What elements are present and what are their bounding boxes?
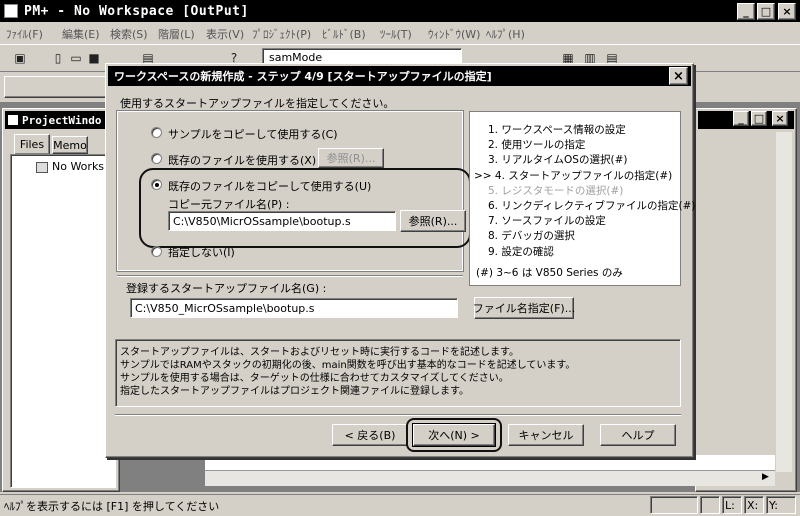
- register-label: 登録するスタートアップファイル名(G) :: [126, 282, 327, 295]
- dialog-title: ワークスペースの新規作成 - ステップ 4/9 [スタートアップファイルの指定]: [114, 70, 492, 83]
- output-maximize-button[interactable]: □: [751, 111, 767, 126]
- scroll-right-icon[interactable]: ▶: [762, 472, 769, 482]
- steps-note: (#) 3~6 は V850 Series のみ: [476, 267, 623, 279]
- project-window-title: ProjectWindo: [22, 113, 102, 127]
- output-close-button[interactable]: ×: [772, 111, 788, 126]
- menu-item-4[interactable]: 表示(V): [206, 26, 244, 42]
- step-item-6: 6. リンクディレクティブファイルの指定(#): [488, 200, 696, 212]
- menu-item-7[interactable]: ﾂｰﾙ(T): [380, 26, 412, 42]
- menu-item-5[interactable]: ﾌﾟﾛｼﾞｪｸﾄ(P): [252, 26, 311, 42]
- label-copy-existing[interactable]: 既存のファイルをコピーして使用する(U): [168, 178, 371, 194]
- step-item-9: 9. 設定の確認: [488, 245, 554, 258]
- menu-item-0[interactable]: ﾌｧｲﾙ(F): [6, 26, 43, 42]
- layers-icon[interactable]: ▣: [12, 50, 28, 66]
- dialog-prompt: 使用するスタートアップファイルを指定してください。: [120, 97, 395, 110]
- menu-item-6[interactable]: ﾋﾞﾙﾄﾞ(B): [322, 26, 366, 42]
- minimize-button[interactable]: _: [737, 3, 755, 20]
- maximize-button[interactable]: □: [757, 3, 775, 20]
- app-icon: [4, 4, 18, 18]
- step-item-3: 3. リアルタイムOSの選択(#): [488, 154, 628, 167]
- radio-copy-existing[interactable]: [151, 179, 162, 190]
- label-use-existing[interactable]: 既存のファイルを使用する(X): [168, 152, 316, 168]
- cancel-button[interactable]: キャンセル: [508, 424, 584, 446]
- status-field-x: X:: [744, 496, 764, 514]
- step-item-1: 1. ワークスペース情報の設定: [488, 124, 626, 136]
- next-button[interactable]: 次へ(N) >: [412, 423, 496, 447]
- menu-item-9[interactable]: ﾍﾙﾌﾟ(H): [486, 26, 525, 42]
- register-input[interactable]: C:\V850_MicrOSsample\bootup.s: [130, 298, 458, 318]
- save-icon[interactable]: ■: [86, 50, 102, 66]
- step-item-8: 8. デバッガの選択: [488, 230, 575, 243]
- menu-item-3[interactable]: 階層(L): [158, 26, 195, 42]
- status-field-1: [650, 496, 698, 514]
- step-item-7: 7. ソースファイルの設定: [488, 215, 606, 228]
- toolbar-row-2: [4, 76, 114, 98]
- tab-memo[interactable]: Memo: [52, 136, 88, 154]
- new-file-icon[interactable]: ▯: [50, 50, 66, 66]
- label-none[interactable]: 指定しない(I): [168, 244, 235, 260]
- label-copy-sample[interactable]: サンプルをコピーして使用する(C): [168, 126, 338, 142]
- register-group: [117, 275, 463, 277]
- close-button[interactable]: ×: [778, 3, 796, 20]
- dialog-close-button[interactable]: ×: [669, 67, 688, 85]
- description-line: 指定したスタートアップファイルはプロジェクト関連ファイルに登録します。: [120, 386, 469, 397]
- dialog-title-bar: ワークスペースの新規作成 - ステップ 4/9 [スタートアップファイルの指定]: [108, 66, 691, 86]
- browse-button[interactable]: 参照(R)...: [400, 210, 466, 232]
- output-hscroll[interactable]: [205, 470, 775, 486]
- step-item-4: >> 4. スタートアップファイルの指定(#): [474, 169, 673, 182]
- step-item-5: 5. レジスタモードの選択(#): [488, 184, 624, 197]
- help-button[interactable]: ヘルプ: [600, 424, 676, 446]
- browse-disabled-button[interactable]: 参照(R)...: [318, 148, 384, 168]
- project-tree: [10, 154, 116, 488]
- copy-source-label: コピー元ファイル名(P) :: [168, 198, 290, 211]
- menu-item-1[interactable]: 編集(E): [62, 26, 100, 42]
- filename-button[interactable]: ファイル名指定(F)...: [473, 297, 575, 319]
- radio-copy-sample[interactable]: [151, 127, 162, 138]
- button-separator: [115, 414, 681, 416]
- workspace-icon: [36, 161, 48, 173]
- tab-files[interactable]: Files: [14, 134, 50, 154]
- output-minimize-button[interactable]: _: [733, 111, 749, 126]
- status-field-l: L:: [722, 496, 742, 514]
- project-window-title-bar: ProjectWindo: [5, 111, 117, 129]
- output-vscroll[interactable]: [776, 132, 792, 472]
- menu-item-8[interactable]: ｳｨﾝﾄﾞｳ(W): [428, 26, 480, 42]
- menu-item-2[interactable]: 検索(S): [110, 26, 148, 42]
- radio-use-existing[interactable]: [151, 153, 162, 164]
- radio-none[interactable]: [151, 246, 162, 257]
- project-icon: [8, 115, 18, 125]
- open-folder-icon[interactable]: ▭: [68, 50, 84, 66]
- app-title: PM+ - No Workspace [OutPut]: [24, 3, 249, 19]
- status-text: ﾍﾙﾌﾟを表示するには [F1] を押してください: [4, 500, 220, 513]
- step-item-2: 2. 使用ツールの指定: [488, 139, 586, 152]
- copy-source-input[interactable]: C:\V850\MicrOSsample\bootup.s: [168, 211, 396, 231]
- status-field-2: [700, 496, 720, 514]
- main-title-bar: PM+ - No Workspace [OutPut]: [0, 0, 800, 22]
- back-button[interactable]: < 戻る(B): [332, 424, 408, 446]
- status-field-y: Y:: [766, 496, 796, 514]
